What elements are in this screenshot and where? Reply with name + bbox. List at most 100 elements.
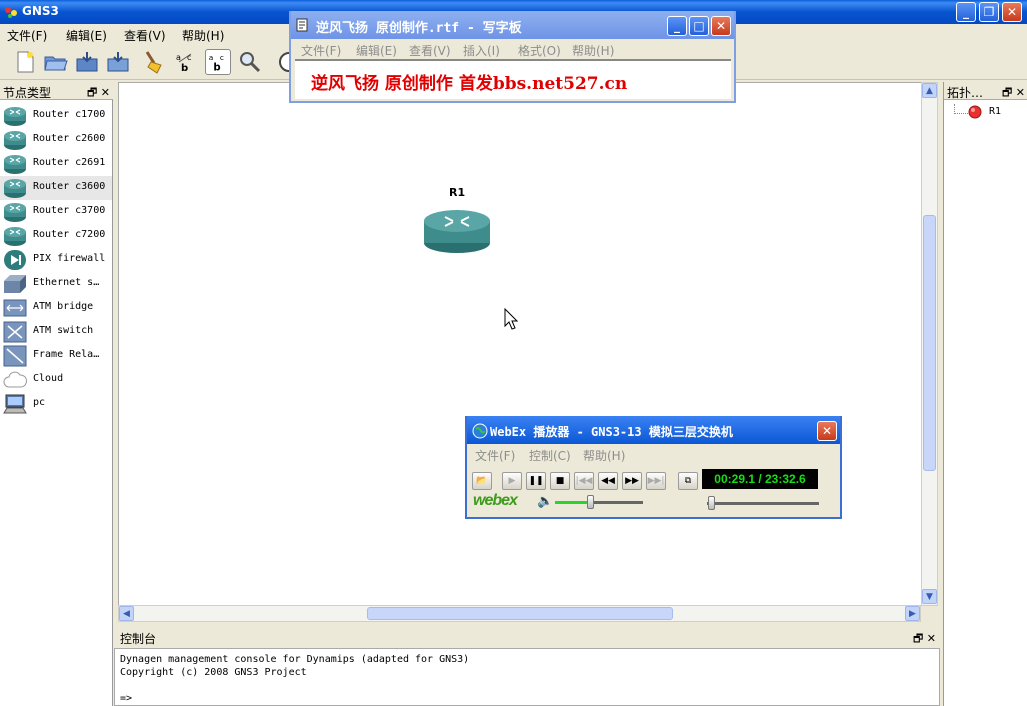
- clear-button[interactable]: [141, 49, 167, 75]
- node-type-item[interactable]: Cloud: [0, 368, 112, 392]
- scroll-right-icon[interactable]: ▶: [905, 606, 920, 621]
- horizontal-scroll-thumb[interactable]: [367, 607, 673, 620]
- wordpad-maximize-button[interactable]: □: [689, 16, 709, 36]
- node-type-item[interactable]: ATM switch: [0, 320, 112, 344]
- canvas-vertical-scrollbar[interactable]: ▲ ▼: [921, 82, 938, 606]
- wordpad-menu-help[interactable]: 帮助(H): [572, 42, 614, 59]
- node-type-item[interactable]: Ethernet s…: [0, 272, 112, 296]
- volume-slider-thumb[interactable]: [587, 495, 595, 509]
- panel-float-icon[interactable]: 🗗: [1002, 86, 1012, 99]
- webex-skip-start-button[interactable]: |◀◀: [574, 472, 594, 490]
- console-panel-header: 控制台 🗗 ✕: [114, 628, 940, 646]
- scroll-up-icon[interactable]: ▲: [922, 83, 937, 98]
- new-file-button[interactable]: [12, 49, 38, 75]
- wordpad-menu-file[interactable]: 文件(F): [301, 42, 341, 59]
- atm-bridge-icon: [3, 297, 27, 319]
- webex-open-button[interactable]: 📂: [472, 472, 492, 490]
- wordpad-minimize-button[interactable]: _: [667, 16, 687, 36]
- webex-forward-button[interactable]: ▶▶: [622, 472, 642, 490]
- menu-help[interactable]: 帮助(H): [182, 27, 224, 44]
- menu-file[interactable]: 文件(F): [7, 27, 47, 44]
- webex-menu-file[interactable]: 文件(F): [475, 447, 515, 464]
- wordpad-menu-edit[interactable]: 编辑(E): [356, 42, 397, 59]
- console-line: Copyright (c) 2008 GNS3 Project: [120, 667, 307, 678]
- playback-progress-track[interactable]: [707, 496, 819, 510]
- node-type-item[interactable]: pc: [0, 392, 112, 416]
- menu-edit[interactable]: 编辑(E): [66, 27, 107, 44]
- node-type-item[interactable]: Router c2691: [0, 152, 112, 176]
- webex-player-window[interactable]: WebEx 播放器 - GNS3-13 模拟三层交换机 ✕ 文件(F) 控制(C…: [465, 416, 842, 519]
- maximize-button[interactable]: ❐: [979, 2, 999, 22]
- minimize-button[interactable]: _: [956, 2, 976, 22]
- capture-button[interactable]: [237, 49, 263, 75]
- open-button[interactable]: [43, 49, 69, 75]
- wordpad-menu-bar: 文件(F) 编辑(E) 查看(V) 插入(I) 格式(O) 帮助(H): [293, 40, 733, 58]
- new-file-icon: [17, 51, 34, 73]
- gns3-app-icon: [5, 7, 17, 18]
- magnifier-icon: [240, 52, 261, 73]
- webex-menu-control[interactable]: 控制(C): [529, 447, 571, 464]
- hostnames-icon: a cb: [209, 53, 224, 73]
- panel-close-icon[interactable]: ✕: [927, 632, 936, 645]
- wordpad-title: 逆风飞扬 原创制作.rtf - 写字板: [316, 21, 522, 36]
- panel-close-icon[interactable]: ✕: [101, 86, 110, 99]
- router-r1-icon[interactable]: [423, 207, 491, 255]
- console-title: 控制台: [120, 632, 157, 646]
- node-type-item[interactable]: Router c3700: [0, 200, 112, 224]
- node-type-item[interactable]: Router c3600: [0, 176, 112, 200]
- wordpad-menu-format[interactable]: 格式(O): [518, 42, 561, 59]
- wordpad-window[interactable]: 逆风飞扬 原创制作.rtf - 写字板 _ □ ✕ 文件(F) 编辑(E) 查看…: [289, 11, 736, 103]
- node-type-item[interactable]: Router c1700: [0, 104, 112, 128]
- panel-float-icon[interactable]: 🗗: [87, 86, 97, 99]
- node-type-label: pc: [33, 397, 46, 408]
- wordpad-document-icon: [296, 18, 308, 32]
- topology-item-r1[interactable]: R1: [989, 106, 1001, 117]
- webex-pause-button[interactable]: ❚❚: [526, 472, 546, 490]
- webex-fullscreen-button[interactable]: ⧉: [678, 472, 698, 490]
- broom-icon: [145, 51, 162, 74]
- node-type-item[interactable]: Router c7200: [0, 224, 112, 248]
- canvas-horizontal-scrollbar[interactable]: ◀ ▶: [118, 605, 921, 622]
- scroll-down-icon[interactable]: ▼: [922, 589, 937, 604]
- wordpad-menu-view[interactable]: 查看(V): [409, 42, 451, 59]
- webex-close-button[interactable]: ✕: [817, 421, 837, 441]
- scroll-left-icon[interactable]: ◀: [119, 606, 134, 621]
- webex-stop-button[interactable]: ■: [550, 472, 570, 490]
- console-prompt[interactable]: =>: [120, 692, 934, 705]
- svg-text:b: b: [213, 62, 220, 73]
- webex-rewind-button[interactable]: ◀◀: [598, 472, 618, 490]
- wordpad-menu-insert[interactable]: 插入(I): [463, 42, 500, 59]
- pause-icon: ❚❚: [528, 476, 544, 486]
- show-interface-labels-button[interactable]: acb: [173, 49, 199, 75]
- webex-title-bar[interactable]: WebEx 播放器 - GNS3-13 模拟三层交换机 ✕: [467, 416, 840, 444]
- wordpad-document-area[interactable]: 逆风飞扬 原创制作 首发bbs.net527.cn: [295, 59, 731, 99]
- cloud-icon: [3, 369, 27, 391]
- wordpad-title-bar[interactable]: 逆风飞扬 原创制作.rtf - 写字板 _ □ ✕: [291, 11, 734, 39]
- webex-skip-end-button[interactable]: ▶▶|: [646, 472, 666, 490]
- save-as-button[interactable]: [105, 49, 131, 75]
- playback-progress-thumb[interactable]: [708, 496, 716, 510]
- router-icon: [3, 201, 27, 223]
- topology-canvas[interactable]: R1: [118, 82, 922, 606]
- console-line: Dynagen management console for Dynamips …: [120, 654, 470, 665]
- webex-play-button[interactable]: ▶: [502, 472, 522, 490]
- skip-start-icon: |◀◀: [575, 476, 593, 486]
- save-button[interactable]: [74, 49, 100, 75]
- interface-labels-icon: a cb: [176, 53, 191, 74]
- node-type-item[interactable]: Frame Rela…: [0, 344, 112, 368]
- node-type-item[interactable]: ATM bridge: [0, 296, 112, 320]
- play-icon: ▶: [508, 476, 516, 486]
- webex-menu-help[interactable]: 帮助(H): [583, 447, 625, 464]
- panel-float-icon[interactable]: 🗗: [913, 632, 923, 645]
- volume-slider-track[interactable]: [555, 495, 643, 509]
- show-hostnames-button[interactable]: acb: [205, 49, 231, 75]
- menu-view[interactable]: 查看(V): [124, 27, 166, 44]
- console-output[interactable]: Dynagen management console for Dynamips …: [114, 648, 940, 706]
- ethernet-switch-icon: [3, 273, 27, 295]
- node-type-item[interactable]: PIX firewall: [0, 248, 112, 272]
- panel-close-icon[interactable]: ✕: [1016, 86, 1025, 99]
- close-button[interactable]: ✕: [1002, 2, 1022, 22]
- wordpad-close-button[interactable]: ✕: [711, 16, 731, 36]
- vertical-scroll-thumb[interactable]: [923, 215, 936, 471]
- node-type-item[interactable]: Router c2600: [0, 128, 112, 152]
